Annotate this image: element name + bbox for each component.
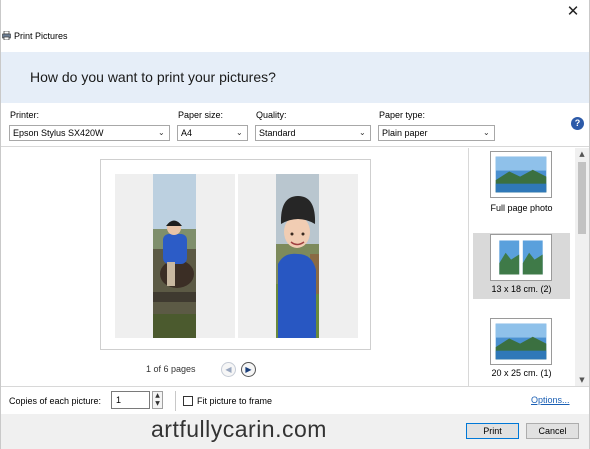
fit-picture-label[interactable]: Fit picture to frame — [197, 396, 272, 406]
previous-page-button[interactable]: ◀ — [221, 362, 236, 377]
layout-list: Full page photo 13 x 18 cm. (2) 20 x 25 … — [470, 148, 575, 386]
paper-type-select-value: Plain paper — [382, 128, 428, 138]
quality-select-value: Standard — [259, 128, 296, 138]
header-band: How do you want to print your pictures? — [1, 52, 589, 103]
help-icon[interactable]: ? — [571, 117, 584, 130]
quality-label: Quality: — [256, 110, 287, 120]
boy-on-horse-photo — [153, 174, 196, 338]
photo-slot — [238, 174, 358, 338]
close-button[interactable]: ✕ — [565, 3, 581, 19]
copies-stepper[interactable]: ▲ ▼ — [152, 391, 163, 409]
printer-label: Printer: — [10, 110, 40, 120]
preview-page — [100, 159, 371, 350]
photo-slot — [115, 174, 235, 338]
print-preview-area: 1 of 6 pages ◀ ▶ — [1, 148, 469, 386]
options-link[interactable]: Options... — [531, 395, 570, 405]
paper-size-select[interactable]: A4 ⌄ — [177, 125, 248, 141]
stepper-down-icon[interactable]: ▼ — [153, 400, 162, 408]
layout-scrollbar[interactable]: ▲ ▼ — [575, 148, 589, 386]
chevron-down-icon: ⌄ — [158, 128, 165, 137]
chevron-down-icon: ⌄ — [359, 128, 366, 137]
print-button[interactable]: Print — [466, 423, 519, 439]
scroll-thumb[interactable] — [578, 162, 586, 234]
window-title: Print Pictures — [14, 31, 68, 41]
printer-select-value: Epson Stylus SX420W — [13, 128, 104, 138]
paper-type-label: Paper type: — [379, 110, 426, 120]
stepper-up-icon[interactable]: ▲ — [153, 392, 162, 400]
landscape-thumbnail — [490, 318, 552, 365]
title-bar: ✕ Print Pictures — [1, 0, 589, 52]
two-portrait-thumbnail — [490, 234, 552, 281]
landscape-thumbnail — [490, 151, 552, 198]
boy-with-helmet-photo — [276, 174, 319, 338]
print-pictures-window: ✕ Print Pictures How do you want to prin… — [0, 0, 590, 449]
page-question: How do you want to print your pictures? — [30, 69, 276, 85]
paper-size-label: Paper size: — [178, 110, 224, 120]
layout-item-20x25[interactable]: 20 x 25 cm. (1) — [473, 316, 570, 384]
page-counter: 1 of 6 pages — [146, 364, 196, 374]
divider — [175, 391, 176, 411]
copies-input[interactable]: 1 — [111, 391, 150, 409]
chevron-down-icon: ⌄ — [483, 128, 490, 137]
copies-label: Copies of each picture: — [9, 396, 102, 406]
layout-item-13x18[interactable]: 13 x 18 cm. (2) — [473, 233, 570, 299]
printer-icon — [2, 31, 11, 40]
watermark-text: artfullycarin.com — [151, 416, 327, 442]
next-page-button[interactable]: ▶ — [241, 362, 256, 377]
layout-label: 13 x 18 cm. (2) — [491, 284, 552, 294]
paper-size-select-value: A4 — [181, 128, 193, 138]
print-options-row: Printer: Epson Stylus SX420W ⌄ Paper siz… — [1, 103, 589, 147]
fit-picture-checkbox[interactable] — [183, 396, 193, 406]
cancel-button[interactable]: Cancel — [526, 423, 579, 439]
paper-type-select[interactable]: Plain paper ⌄ — [378, 125, 495, 141]
scroll-up-arrow-icon[interactable]: ▲ — [575, 148, 589, 160]
footer-bar: artfullycarin.com Print Cancel — [1, 414, 589, 449]
printer-select[interactable]: Epson Stylus SX420W ⌄ — [9, 125, 170, 141]
chevron-down-icon: ⌄ — [236, 128, 243, 137]
copies-row: Copies of each picture: 1 ▲ ▼ Fit pictur… — [1, 386, 589, 414]
layout-label: 20 x 25 cm. (1) — [491, 368, 552, 378]
layout-item-full-page[interactable]: Full page photo — [473, 148, 570, 226]
layout-label: Full page photo — [490, 203, 553, 213]
quality-select[interactable]: Standard ⌄ — [255, 125, 371, 141]
scroll-down-arrow-icon[interactable]: ▼ — [575, 374, 589, 386]
